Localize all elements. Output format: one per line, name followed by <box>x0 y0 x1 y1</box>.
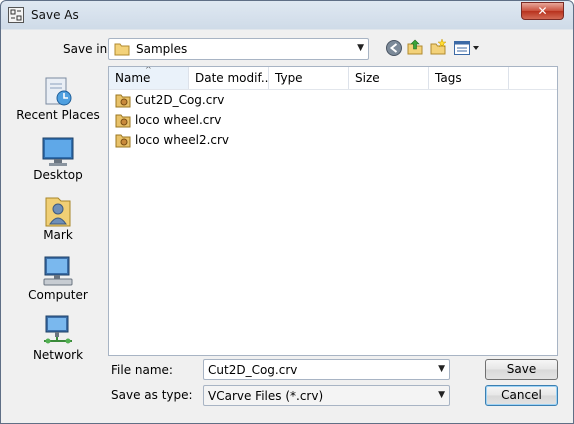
save-button[interactable]: Save <box>485 359 558 380</box>
user-folder-icon <box>45 197 71 227</box>
place-label: Computer <box>28 288 88 302</box>
save-in-dropdown[interactable]: Samples ▼ <box>108 38 369 60</box>
views-menu-icon[interactable] <box>454 40 480 56</box>
save-as-type-value: VCarve Files (*.crv) <box>208 389 324 403</box>
places-bar: Recent Places Desktop Mark Computer Netw… <box>10 66 106 366</box>
place-recent-places[interactable]: Recent Places <box>10 68 106 124</box>
crv-file-icon <box>115 114 131 128</box>
file-list[interactable]: ^ Name Date modif... Type Size Tags Cut2… <box>108 66 558 356</box>
column-header-tags[interactable]: Tags <box>429 67 509 89</box>
back-icon[interactable] <box>386 40 402 56</box>
chevron-down-icon: ▼ <box>438 390 445 400</box>
save-in-value: Samples <box>136 42 188 56</box>
place-label: Mark <box>43 228 73 242</box>
file-name-label: File name: <box>111 363 173 377</box>
column-header-name[interactable]: ^ Name <box>109 67 189 89</box>
up-folder-icon[interactable] <box>407 39 423 55</box>
place-label: Recent Places <box>16 108 100 122</box>
place-computer[interactable]: Computer <box>10 248 106 304</box>
place-label: Desktop <box>33 168 83 182</box>
new-folder-icon[interactable] <box>430 39 446 55</box>
place-network[interactable]: Network <box>10 308 106 364</box>
computer-icon <box>43 256 73 286</box>
chevron-down-icon[interactable]: ▼ <box>438 364 445 374</box>
sort-ascending-icon: ^ <box>145 67 152 74</box>
column-header-type[interactable]: Type <box>269 67 349 89</box>
close-button[interactable]: ✕ <box>521 2 564 20</box>
file-list-header: ^ Name Date modif... Type Size Tags <box>109 67 557 90</box>
save-as-type-dropdown[interactable]: VCarve Files (*.crv) ▼ <box>203 385 450 406</box>
network-icon <box>44 315 72 344</box>
column-header-date-modified[interactable]: Date modif... <box>189 67 269 89</box>
folder-icon <box>114 43 130 56</box>
file-name-input[interactable]: Cut2D_Cog.crv ▼ <box>203 359 450 380</box>
save-in-label: Save in: <box>63 42 112 56</box>
place-desktop[interactable]: Desktop <box>10 128 106 184</box>
save-as-dialog: Save As ✕ Save in: Samples ▼ Recent Plac… <box>0 0 574 424</box>
chevron-down-icon: ▼ <box>357 43 364 53</box>
file-name: loco wheel2.crv <box>135 133 230 147</box>
close-icon: ✕ <box>537 4 548 18</box>
crv-file-icon <box>115 94 131 108</box>
title-bar: Save As ✕ <box>1 1 573 29</box>
column-header-size[interactable]: Size <box>349 67 429 89</box>
file-name: Cut2D_Cog.crv <box>135 93 225 107</box>
app-icon <box>8 7 24 23</box>
file-name: loco wheel.crv <box>135 113 222 127</box>
place-mark[interactable]: Mark <box>10 188 106 244</box>
place-label: Network <box>32 348 84 362</box>
recent-places-icon <box>45 77 72 106</box>
save-as-type-label: Save as type: <box>111 388 193 402</box>
window-title: Save As <box>31 8 79 22</box>
desktop-icon <box>42 137 74 166</box>
cancel-button[interactable]: Cancel <box>485 385 558 406</box>
crv-file-icon <box>115 134 131 148</box>
file-name-value: Cut2D_Cog.crv <box>208 363 298 377</box>
